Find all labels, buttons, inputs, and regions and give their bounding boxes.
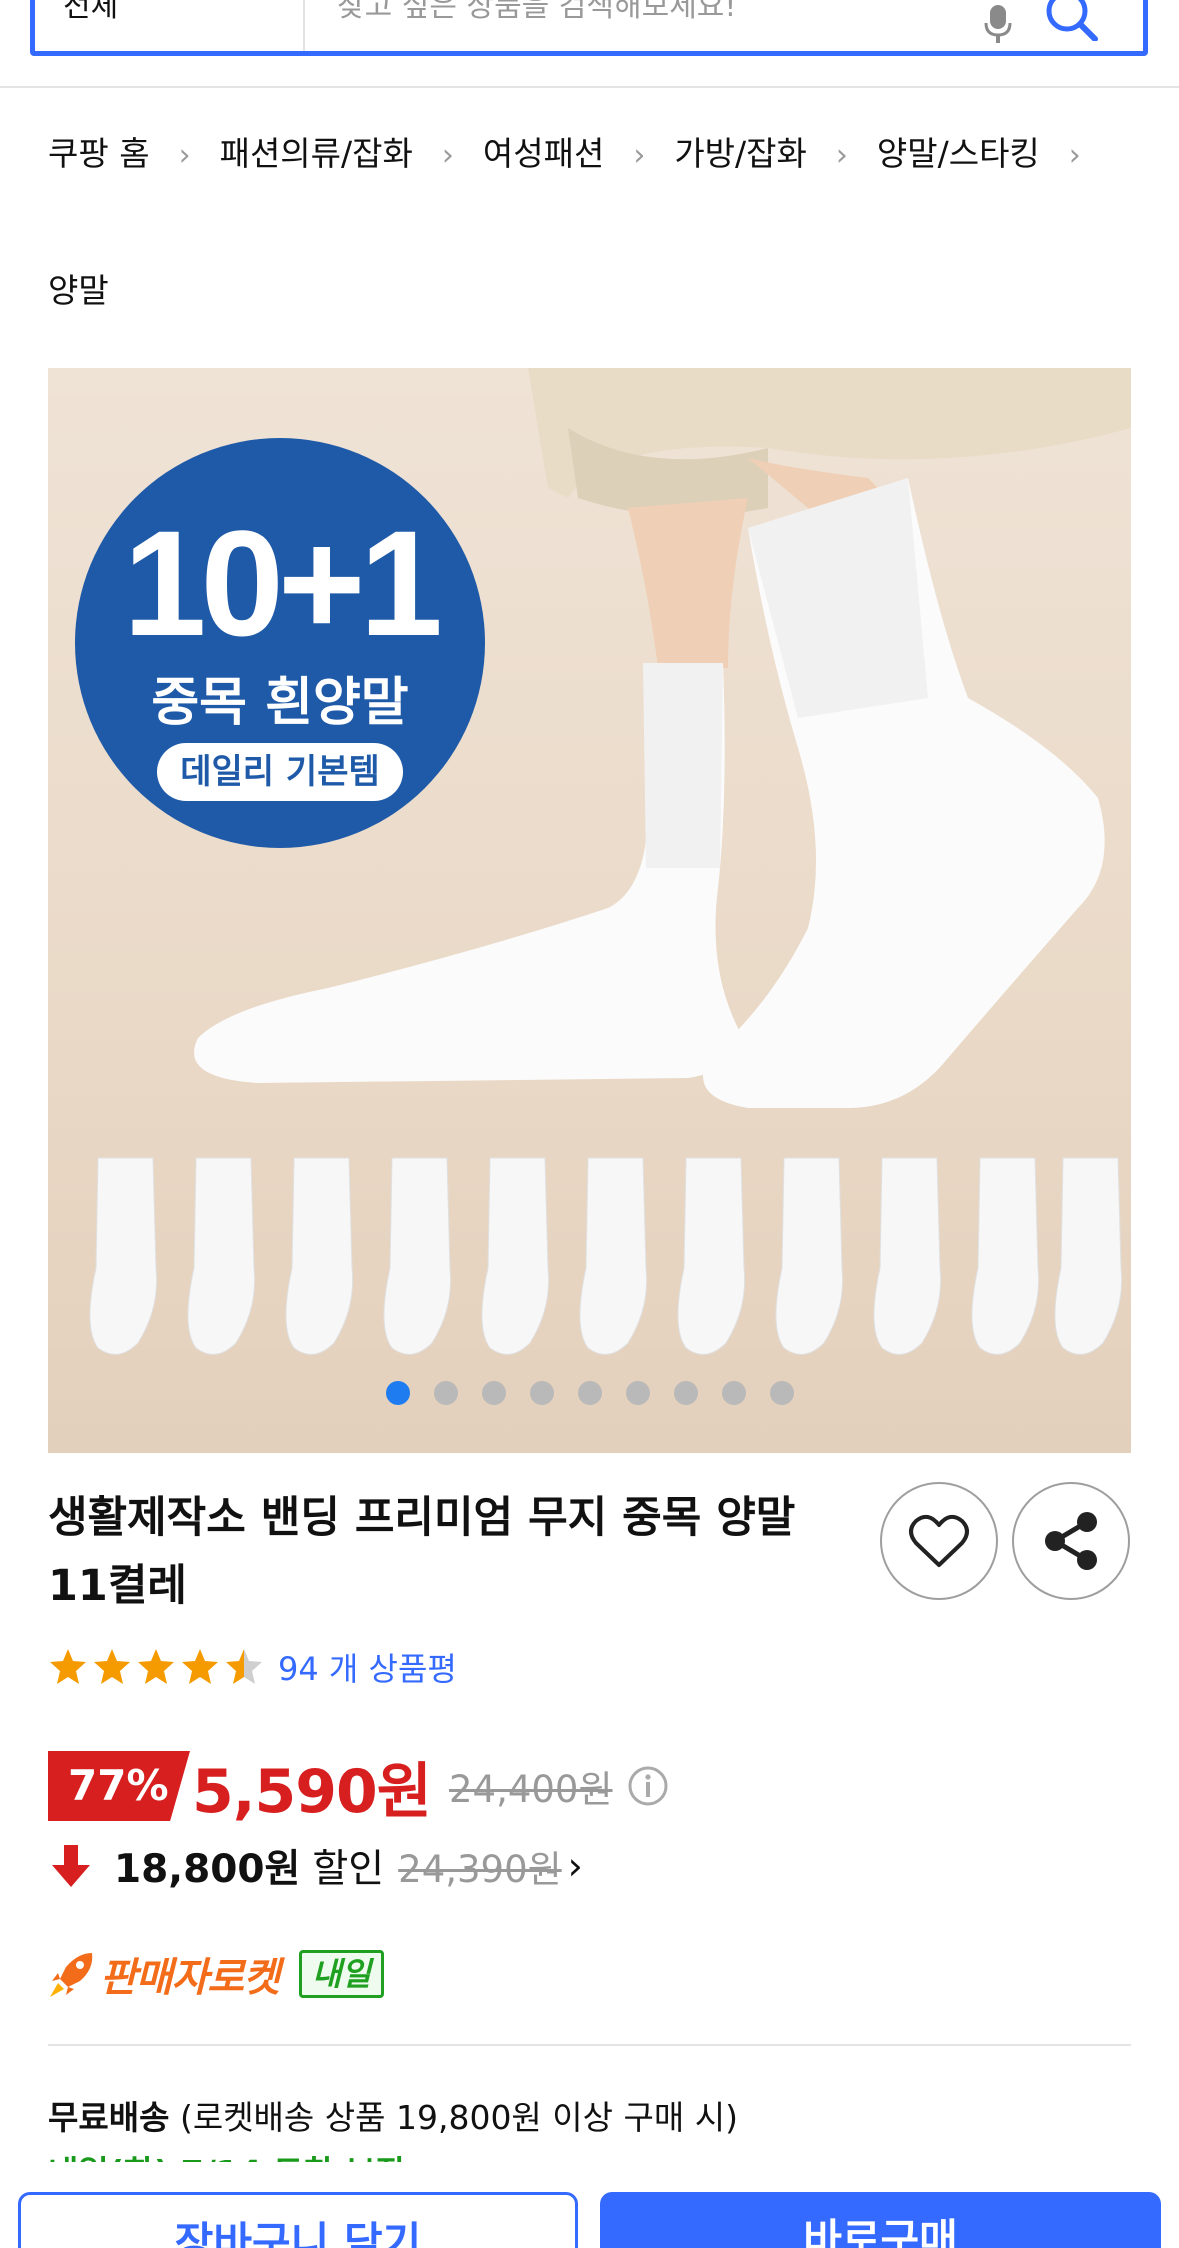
promo-badge: 10+1 중목 흰양말 데일리 기본템 xyxy=(75,438,485,848)
product-title: 생활제작소 밴딩 프리미엄 무지 중목 양말 11켤레 xyxy=(48,1493,796,1611)
sale-price: 5,590원 xyxy=(192,1756,432,1827)
breadcrumb-item-socks-stockings[interactable]: 양말/스타킹 xyxy=(877,126,1040,182)
breadcrumb-item-women[interactable]: 여성패션 xyxy=(483,126,604,182)
share-button[interactable] xyxy=(1012,1482,1130,1600)
shipping-info: 무료배송 (로켓배송 상품 19,800원 이상 구매 시) xyxy=(48,2090,738,2146)
star-icon xyxy=(138,1649,174,1684)
star-icon xyxy=(182,1649,218,1684)
discount-rate-badge: 77% xyxy=(48,1751,190,1821)
microphone-icon[interactable] xyxy=(983,5,1013,43)
promo-badge-count: 10+1 xyxy=(123,499,443,667)
carousel-dot[interactable] xyxy=(481,1381,506,1405)
tomorrow-badge: 내일 xyxy=(299,1950,384,1998)
chevron-right-icon: › xyxy=(633,138,646,173)
breadcrumb-item-fashion[interactable]: 패션의류/잡화 xyxy=(220,126,413,182)
info-icon[interactable] xyxy=(627,1765,669,1807)
original-price: 24,400원 xyxy=(449,1768,613,1811)
carousel-dot[interactable] xyxy=(673,1381,698,1405)
promo-badge-subtitle: 중목 흰양말 xyxy=(151,673,409,733)
star-icon xyxy=(226,1649,262,1684)
heart-icon xyxy=(909,1514,969,1567)
search-input[interactable]: 찾고 싶은 상품을 검색해보세요! xyxy=(305,0,1143,51)
shipping-title: 무료배송 xyxy=(48,2098,170,2137)
add-to-cart-button[interactable]: 장바구니 담기 xyxy=(18,2192,578,2248)
arrival-date: 내일(화) 7/14 도착 보장 xyxy=(48,2148,406,2162)
rocket-delivery-row: 판매자로켓 내일 xyxy=(48,1944,384,2004)
product-rating[interactable]: 94 개 상품평 xyxy=(48,1644,457,1690)
promo-badge-pill: 데일리 기본템 xyxy=(157,743,403,801)
breadcrumb: 쿠팡 홈 › 패션의류/잡화 › 여성패션 › 가방/잡화 › 양말/스타킹 › xyxy=(48,126,1148,184)
chevron-right-icon: › xyxy=(567,1844,583,1888)
search-icon[interactable] xyxy=(1043,0,1103,41)
chevron-right-icon: › xyxy=(441,138,454,173)
seller-rocket-label: 판매자로켓 xyxy=(100,1955,280,2001)
header-divider xyxy=(0,86,1179,88)
search-bar[interactable]: 전체 찾고 싶은 상품을 검색해보세요! xyxy=(30,0,1148,56)
carousel-dot[interactable] xyxy=(385,1381,410,1405)
breadcrumb-item-home[interactable]: 쿠팡 홈 xyxy=(48,126,150,182)
rocket-icon xyxy=(50,1953,93,1997)
coupon-discount-amount: 18,800원 xyxy=(114,1847,301,1892)
breadcrumb-item-socks[interactable]: 양말 xyxy=(48,264,109,312)
chevron-right-icon: › xyxy=(178,138,191,173)
review-count-link[interactable]: 94 개 상품평 xyxy=(278,1644,457,1690)
carousel-dot[interactable] xyxy=(529,1381,554,1405)
carousel-dot[interactable] xyxy=(769,1381,794,1405)
coupon-original-price: 24,390원 xyxy=(398,1848,562,1891)
arrow-down-icon xyxy=(52,1845,90,1887)
carousel-dot[interactable] xyxy=(577,1381,602,1405)
star-icon xyxy=(50,1649,86,1684)
chevron-right-icon: › xyxy=(1068,138,1081,173)
search-category-select[interactable]: 전체 xyxy=(35,0,305,51)
product-image-carousel[interactable]: 10+1 중목 흰양말 데일리 기본템 xyxy=(48,368,1131,1453)
carousel-indicator xyxy=(48,1381,1131,1405)
carousel-dot[interactable] xyxy=(625,1381,650,1405)
coupon-discount-label: 할인 xyxy=(312,1847,385,1892)
carousel-dot[interactable] xyxy=(433,1381,458,1405)
shipping-detail: (로켓배송 상품 19,800원 이상 구매 시) xyxy=(179,2098,738,2137)
coupon-discount-row[interactable]: 18,800원 할인 24,390원 › xyxy=(48,1836,583,1896)
breadcrumb-item-bags[interactable]: 가방/잡화 xyxy=(674,126,807,182)
section-divider xyxy=(48,2044,1131,2046)
carousel-dot[interactable] xyxy=(721,1381,746,1405)
buy-now-button[interactable]: 바로구매 xyxy=(600,2192,1161,2248)
share-icon xyxy=(1045,1512,1097,1570)
rating-stars xyxy=(48,1647,264,1687)
chevron-right-icon: › xyxy=(835,138,848,173)
wishlist-button[interactable] xyxy=(880,1482,998,1600)
star-icon xyxy=(94,1649,130,1684)
price-row: 77% 5,590원 24,400원 xyxy=(48,1748,669,1827)
